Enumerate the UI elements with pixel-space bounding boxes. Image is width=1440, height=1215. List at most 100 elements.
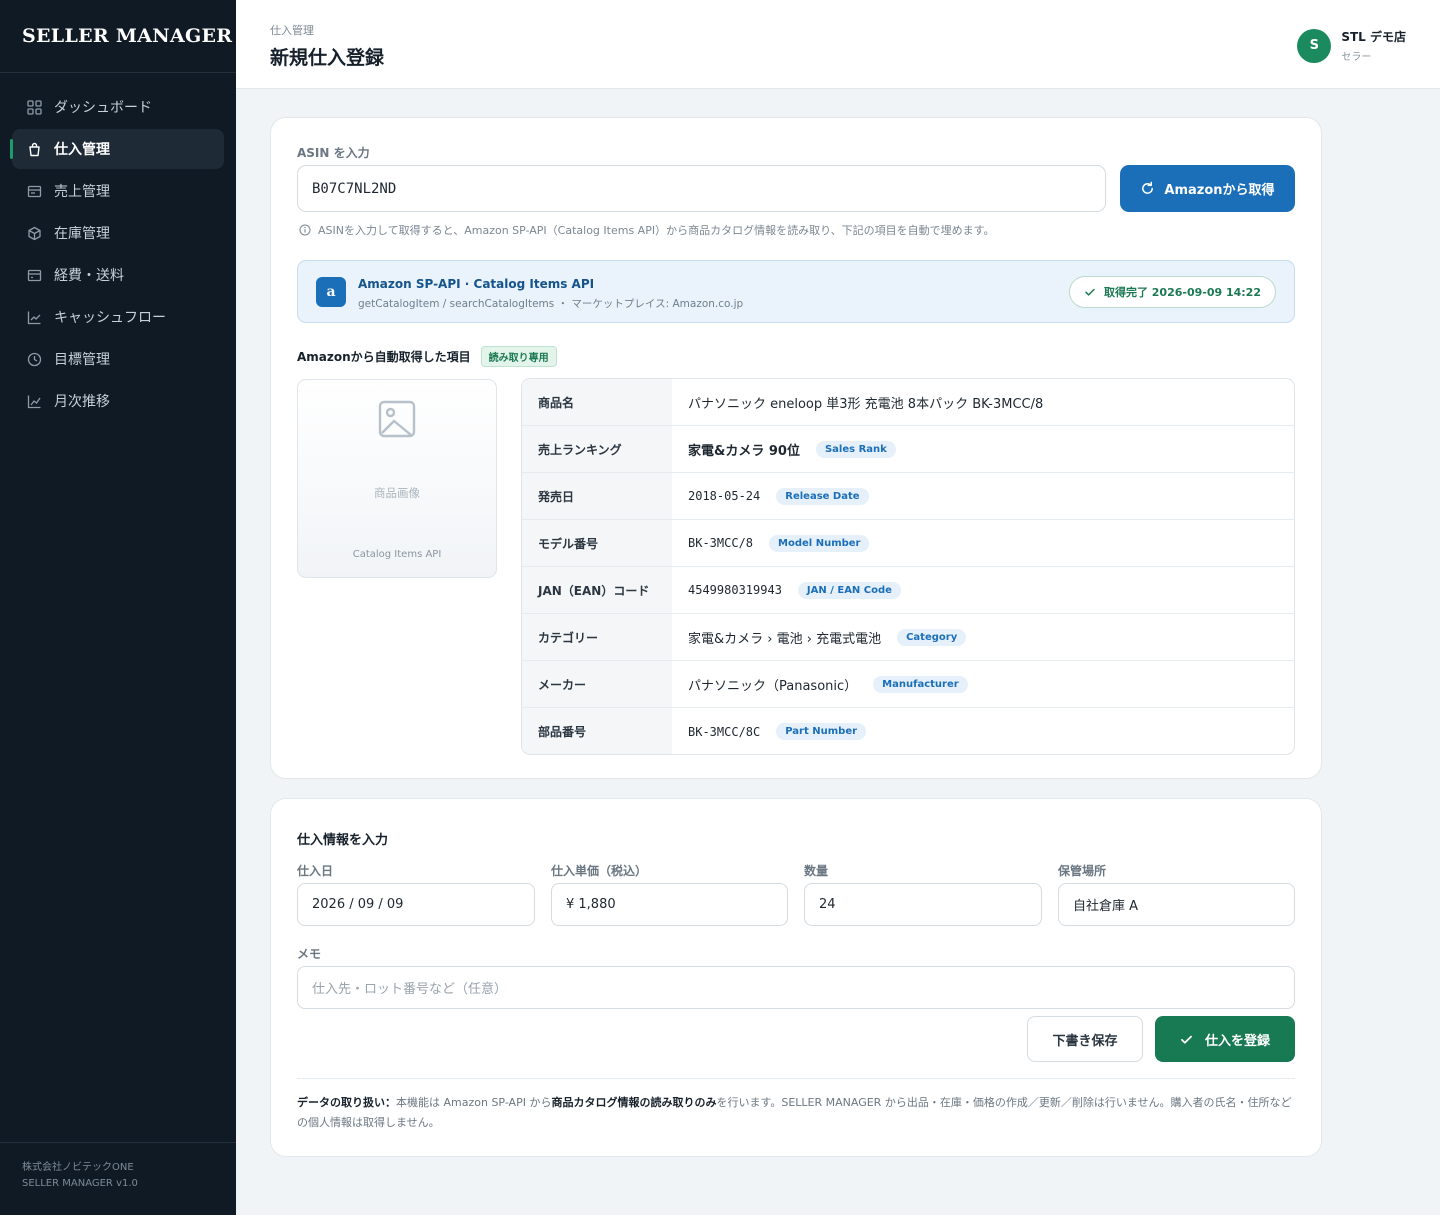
- auto-fields-title: Amazonから自動取得した項目: [297, 350, 471, 364]
- table-row: 部品番号 BK-3MCC/8C Part Number: [522, 708, 1294, 754]
- sidebar-nav: ダッシュボード 仕入管理 売上管理 在庫管理 経費・送料 キャッシュフロー 目標…: [0, 73, 236, 421]
- note-text: 本機能は Amazon SP-API から: [396, 1096, 552, 1109]
- breadcrumb[interactable]: 仕入管理: [270, 22, 314, 38]
- field-value: 家電&カメラ › 電池 › 充電式電池 Category: [688, 614, 967, 660]
- table-row: JAN（EAN）コード 4549980319943 JAN / EAN Code: [522, 567, 1294, 614]
- divider: [297, 1078, 1295, 1079]
- field-key: 部品番号: [522, 708, 672, 754]
- field-tag: Sales Rank: [815, 440, 896, 458]
- company-name: 株式会社ノビテックONE: [22, 1162, 134, 1173]
- clock-icon: [26, 351, 42, 367]
- fetch-from-amazon-button[interactable]: Amazonから取得: [1120, 165, 1295, 212]
- field-value: 2018-05-24 Release Date: [688, 473, 869, 519]
- sidebar-item-sales[interactable]: 売上管理: [12, 171, 224, 211]
- sidebar-item-cashflow[interactable]: キャッシュフロー: [12, 297, 224, 337]
- field-value: パナソニック eneloop 単3形 充電池 8本パック BK-3MCC/8: [688, 379, 1043, 425]
- field-value: BK-3MCC/8C Part Number: [688, 708, 867, 754]
- purchase-date-label: 仕入日: [297, 864, 334, 878]
- purchase-section-title: 仕入情報を入力: [297, 833, 389, 848]
- table-row: 発売日 2018-05-24 Release Date: [522, 473, 1294, 520]
- bag-icon: [26, 141, 42, 157]
- sidebar-item-label: 経費・送料: [54, 268, 124, 284]
- info-icon: [299, 224, 311, 236]
- field-tag: Part Number: [776, 723, 867, 740]
- chart-icon: [26, 393, 42, 409]
- product-image-placeholder: 商品画像 Catalog Items API: [297, 379, 497, 578]
- user-role: セラー: [1341, 52, 1372, 63]
- table-row: メーカー パナソニック（Panasonic） Manufacturer: [522, 661, 1294, 708]
- unit-price-label: 仕入単価（税込）: [551, 864, 648, 878]
- field-key: 売上ランキング: [522, 426, 672, 472]
- save-draft-button[interactable]: 下書き保存: [1027, 1016, 1143, 1062]
- note-emphasis: 商品カタログ情報の読み取りのみ: [551, 1096, 717, 1109]
- read-only-badge: 読み取り専用: [480, 346, 557, 367]
- hint-text: ASINを入力して取得すると、Amazon SP-API（Catalog Ite…: [318, 224, 995, 237]
- sidebar-item-monthly[interactable]: 月次推移: [12, 381, 224, 421]
- trend-icon: [26, 309, 42, 325]
- sidebar-item-expenses[interactable]: 経費・送料: [12, 255, 224, 295]
- sidebar-item-goals[interactable]: 目標管理: [12, 339, 224, 379]
- asin-hint: ASINを入力して取得すると、Amazon SP-API（Catalog Ite…: [299, 222, 995, 238]
- api-subtitle: getCatalogItem / searchCatalogItems ・ マー…: [358, 298, 744, 310]
- register-purchase-button[interactable]: 仕入を登録: [1155, 1016, 1295, 1062]
- jan-code-value: 4549980319943: [688, 583, 782, 597]
- field-tag: Model Number: [769, 534, 870, 552]
- sidebar-item-label: 在庫管理: [54, 226, 110, 242]
- model-number-value: BK-3MCC/8: [688, 536, 754, 550]
- product-name-value: パナソニック eneloop 単3形 充電池 8本パック BK-3MCC/8: [688, 396, 1044, 412]
- sidebar-item-purchase[interactable]: 仕入管理: [10, 129, 224, 169]
- field-key: モデル番号: [522, 520, 672, 566]
- sidebar-item-label: 売上管理: [54, 184, 110, 200]
- note-lead: データの取り扱い：: [297, 1096, 396, 1109]
- sidebar: SELLER MANAGER ダッシュボード 仕入管理 売上管理 在庫管理 経費…: [0, 0, 236, 1215]
- image-source-label: Catalog Items API: [352, 549, 442, 560]
- app-logo[interactable]: SELLER MANAGER: [0, 0, 236, 73]
- field-value: パナソニック（Panasonic） Manufacturer: [688, 661, 968, 707]
- field-tag: Category: [897, 628, 967, 646]
- asin-input[interactable]: B07C7NL2ND: [297, 165, 1106, 212]
- asin-label: ASIN を入力: [297, 146, 370, 160]
- field-value: BK-3MCC/8 Model Number: [688, 520, 870, 566]
- user-name: STL デモ店: [1341, 30, 1406, 44]
- sidebar-item-dashboard[interactable]: ダッシュボード: [12, 87, 224, 127]
- sidebar-item-label: キャッシュフロー: [54, 310, 166, 326]
- field-value: 家電&カメラ 90位 Sales Rank: [688, 426, 896, 472]
- box-icon: [26, 225, 42, 241]
- refresh-icon: [1140, 181, 1155, 196]
- location-field[interactable]: 自社倉庫 A: [1058, 883, 1295, 926]
- app-version: SELLER MANAGER v1.0: [22, 1178, 138, 1189]
- auto-fields-heading: Amazonから自動取得した項目 読み取り専用: [297, 346, 557, 367]
- field-value: 4549980319943 JAN / EAN Code: [688, 567, 901, 613]
- part-number-value: BK-3MCC/8C: [688, 724, 761, 739]
- field-key: JAN（EAN）コード: [522, 567, 672, 613]
- sidebar-item-label: 仕入管理: [54, 142, 110, 158]
- field-tag: Manufacturer: [873, 675, 968, 693]
- purchase-date-field[interactable]: 2026 / 09 / 09: [297, 883, 535, 926]
- image-icon: [378, 400, 416, 438]
- field-key: 発売日: [522, 473, 672, 519]
- page-header: 仕入管理 新規仕入登録 S STL デモ店 セラー: [236, 0, 1440, 89]
- register-button-label: 仕入を登録: [1204, 1033, 1270, 1049]
- avatar[interactable]: S: [1297, 28, 1332, 63]
- user-menu[interactable]: S STL デモ店 セラー: [1297, 28, 1406, 63]
- fetch-button-label: Amazonから取得: [1164, 183, 1275, 198]
- page-title: 新規仕入登録: [270, 47, 385, 69]
- memo-label: メモ: [297, 947, 322, 961]
- unit-price-field[interactable]: ¥ 1,880: [551, 883, 788, 926]
- sidebar-item-label: 月次推移: [54, 394, 110, 410]
- field-key: カテゴリー: [522, 614, 672, 660]
- api-source-panel: a Amazon SP-API · Catalog Items API getC…: [297, 260, 1295, 323]
- table-row: モデル番号 BK-3MCC/8 Model Number: [522, 520, 1294, 567]
- quantity-field[interactable]: 24: [804, 883, 1042, 926]
- field-tag: Release Date: [776, 487, 869, 505]
- fetch-status-badge: 取得完了 2026-09-09 14:22: [1068, 276, 1276, 308]
- sidebar-item-inventory[interactable]: 在庫管理: [12, 213, 224, 253]
- memo-field[interactable]: 仕入先・ロット番号など（任意）: [297, 966, 1295, 1009]
- sidebar-footer: 株式会社ノビテックONE SELLER MANAGER v1.0: [0, 1142, 236, 1215]
- field-key: メーカー: [522, 661, 672, 707]
- grid-icon: [26, 99, 42, 115]
- location-label: 保管場所: [1058, 864, 1107, 878]
- category-value: 家電&カメラ › 電池 › 充電式電池: [688, 631, 882, 647]
- amazon-logo-icon: a: [316, 277, 346, 307]
- release-date-value: 2018-05-24: [688, 489, 761, 503]
